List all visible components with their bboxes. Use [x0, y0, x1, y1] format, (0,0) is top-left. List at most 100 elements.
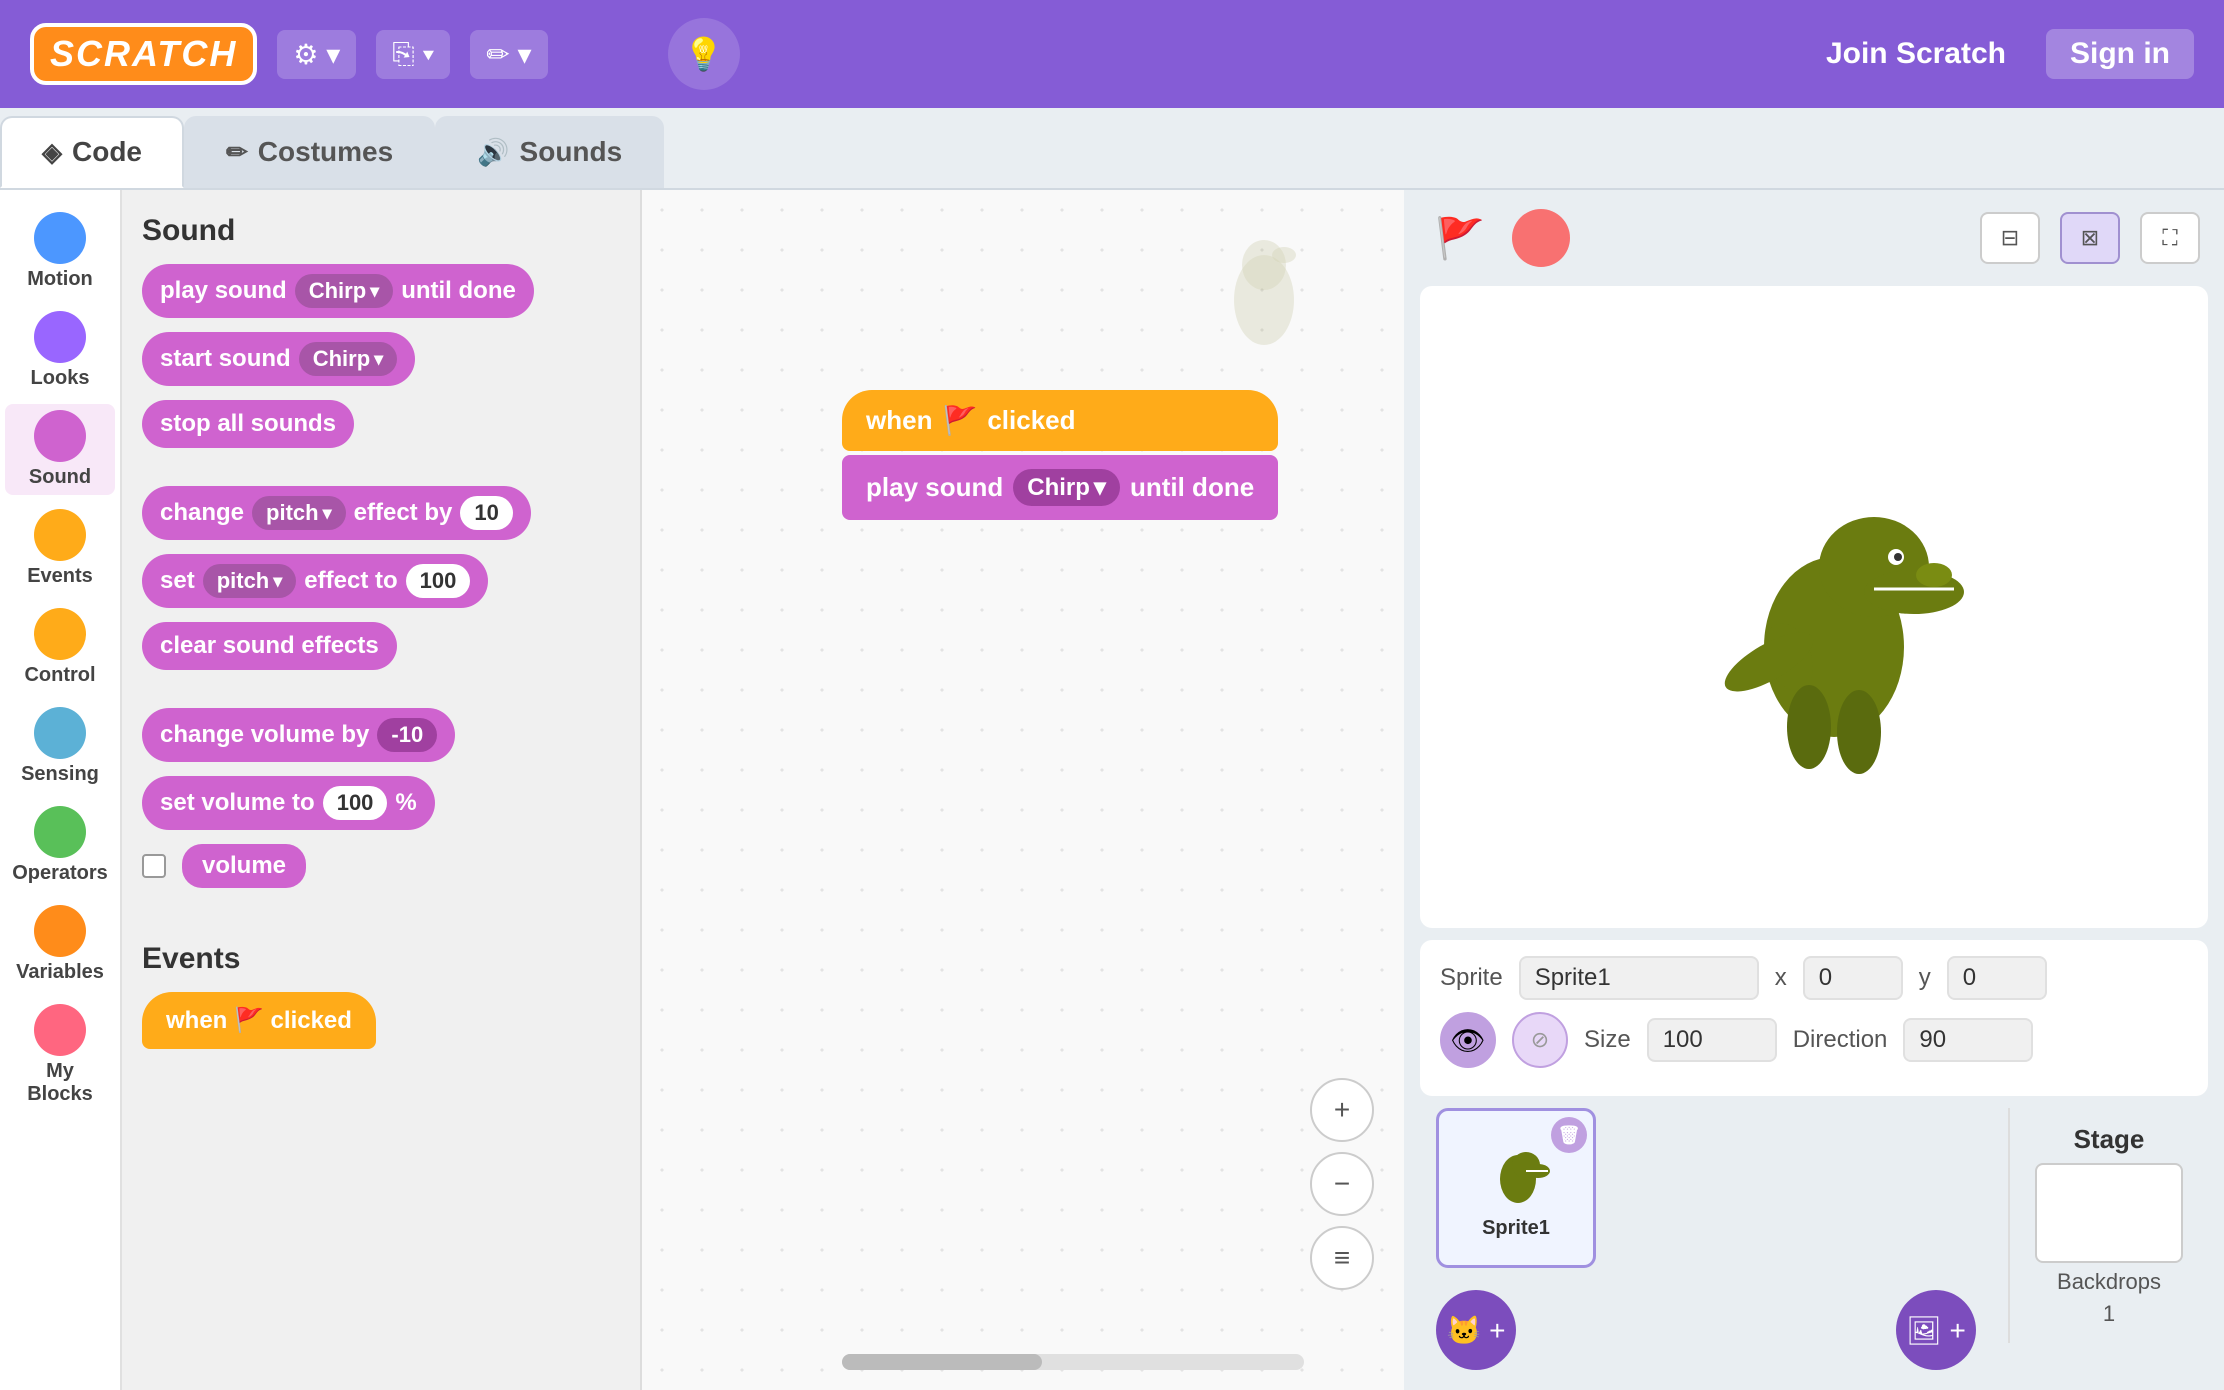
sidebar-item-motion[interactable]: Motion: [5, 206, 115, 297]
y-input[interactable]: [1947, 956, 2047, 1000]
sprite-props-row1: Sprite x y: [1440, 956, 2188, 1000]
sidebar-item-looks[interactable]: Looks: [5, 305, 115, 396]
scratch-logo[interactable]: SCRATCH: [30, 23, 257, 85]
delete-sprite1-button[interactable]: 🗑: [1551, 1117, 1587, 1153]
stage-section: Stage Backdrops 1: [2008, 1108, 2208, 1343]
sidebar-item-control[interactable]: Control: [5, 602, 115, 693]
set-effect-selector[interactable]: pitch ▾: [203, 564, 297, 598]
volume-reporter-block[interactable]: volume: [182, 844, 306, 888]
sprite-card-sprite1[interactable]: 🗑 Sprite1: [1436, 1108, 1596, 1268]
play-sound-sound-selector[interactable]: Chirp ▾: [295, 274, 394, 308]
settings-button[interactable]: ⚙ ▾: [277, 30, 356, 79]
canvas-controls: + − ≡: [1310, 1078, 1374, 1290]
sprite-name-input[interactable]: [1519, 956, 1759, 1000]
zoom-in-button[interactable]: +: [1310, 1078, 1374, 1142]
set-volume-label: set volume to: [160, 789, 315, 817]
set-effect-block[interactable]: set pitch ▾ effect to 100: [142, 554, 488, 608]
zoom-out-button[interactable]: −: [1310, 1152, 1374, 1216]
x-label: x: [1775, 964, 1787, 992]
script-block-group: when 🚩 clicked play sound Chirp ▾ until …: [842, 390, 1278, 520]
play-sound-sound-value: Chirp: [309, 278, 366, 304]
stage-thumbnail[interactable]: [2035, 1163, 2183, 1263]
x-input[interactable]: [1803, 956, 1903, 1000]
sounds-tab-icon: 🔊: [477, 137, 509, 168]
script-play-sound-selector[interactable]: Chirp ▾: [1013, 469, 1120, 506]
category-sidebar: Motion Looks Sound Events Control Sensin…: [0, 190, 122, 1390]
set-effect-value: pitch: [217, 568, 270, 594]
tab-code-label: Code: [72, 136, 142, 168]
change-effect-block[interactable]: change pitch ▾ effect by 10: [142, 486, 531, 540]
tab-sounds[interactable]: 🔊 Sounds: [435, 116, 664, 188]
tutorials-button[interactable]: 💡: [668, 18, 740, 90]
set-effect-chevron: ▾: [273, 571, 282, 592]
hide-sprite-button[interactable]: ⊘: [1512, 1012, 1568, 1068]
start-sound-label: start sound: [160, 345, 291, 373]
change-volume-block[interactable]: change volume by -10: [142, 708, 455, 762]
tab-costumes[interactable]: ✏ Costumes: [184, 116, 435, 188]
sidebar-item-events[interactable]: Events: [5, 503, 115, 594]
script-canvas[interactable]: when 🚩 clicked play sound Chirp ▾ until …: [642, 190, 1404, 1390]
change-effect-suffix: effect by: [354, 499, 453, 527]
play-sound-block[interactable]: play sound Chirp ▾ until done: [142, 264, 534, 318]
sidebar-item-operators[interactable]: Operators: [5, 800, 115, 891]
set-volume-value[interactable]: 100: [323, 786, 388, 820]
change-effect-amount[interactable]: 10: [460, 496, 512, 530]
add-backdrop-button[interactable]: 🖼 +: [1896, 1290, 1976, 1370]
size-label: Size: [1584, 1026, 1631, 1054]
play-sound-block-row: play sound Chirp ▾ until done: [142, 264, 620, 318]
sidebar-item-sound[interactable]: Sound: [5, 404, 115, 495]
stop-button[interactable]: [1512, 209, 1570, 267]
flag-button[interactable]: 🚩: [1428, 206, 1492, 270]
canvas-scrollbar-thumb[interactable]: [842, 1354, 1042, 1370]
sidebar-item-myblocks[interactable]: My Blocks: [5, 998, 115, 1112]
canvas-scrollbar[interactable]: [842, 1354, 1304, 1370]
events-hat-block[interactable]: when 🚩 clicked: [142, 992, 376, 1049]
sidebar-item-variables[interactable]: Variables: [5, 899, 115, 990]
set-effect-suffix: effect to: [304, 567, 397, 595]
save-button[interactable]: ⎘ ▾: [376, 30, 450, 79]
change-effect-label: change: [160, 499, 244, 527]
tab-code[interactable]: ◈ Code: [0, 116, 184, 188]
hat-block[interactable]: when 🚩 clicked: [842, 390, 1278, 451]
motion-label: Motion: [27, 268, 93, 291]
code-tab-icon: ◈: [42, 137, 62, 168]
start-sound-selector[interactable]: Chirp ▾: [299, 342, 398, 376]
tabs-row: ◈ Code ✏ Costumes 🔊 Sounds: [0, 108, 2224, 190]
change-volume-value[interactable]: -10: [377, 718, 437, 752]
join-scratch-button[interactable]: Join Scratch: [1806, 37, 2026, 71]
change-volume-block-row: change volume by -10: [142, 708, 620, 762]
set-effect-block-row: set pitch ▾ effect to 100: [142, 554, 620, 608]
script-play-sound-name: Chirp: [1027, 474, 1090, 502]
play-sound-chevron: ▾: [370, 281, 379, 302]
sensing-label: Sensing: [21, 763, 99, 786]
clear-effects-block-row: clear sound effects: [142, 622, 620, 670]
show-sprite-button[interactable]: 👁: [1440, 1012, 1496, 1068]
clear-effects-block[interactable]: clear sound effects: [142, 622, 397, 670]
set-volume-block[interactable]: set volume to 100 %: [142, 776, 435, 830]
change-effect-block-row: change pitch ▾ effect by 10: [142, 486, 620, 540]
add-sprite-button[interactable]: 🐱 +: [1436, 1290, 1516, 1370]
volume-reporter-row: volume: [142, 844, 620, 888]
change-effect-selector[interactable]: pitch ▾: [252, 496, 346, 530]
stage-view: [1420, 286, 2208, 928]
script-play-sound-block[interactable]: play sound Chirp ▾ until done: [842, 455, 1278, 520]
fullscreen-button[interactable]: ⛶: [2140, 212, 2200, 264]
edit-button[interactable]: ✏ ▾: [470, 30, 547, 79]
stop-sounds-block[interactable]: stop all sounds: [142, 400, 354, 448]
sidebar-item-sensing[interactable]: Sensing: [5, 701, 115, 792]
play-sound-label: play sound: [160, 277, 287, 305]
control-dot: [34, 608, 86, 660]
direction-input[interactable]: [1903, 1018, 2033, 1062]
fab-row: 🐱 + 🖼 +: [1420, 1280, 1992, 1380]
fit-screen-button[interactable]: ≡: [1310, 1226, 1374, 1290]
variables-dot: [34, 905, 86, 957]
start-sound-block[interactable]: start sound Chirp ▾: [142, 332, 415, 386]
layout-small-button[interactable]: ⊟: [1980, 212, 2040, 264]
sign-in-button[interactable]: Sign in: [2046, 29, 2194, 79]
layout-split-button[interactable]: ⊠: [2060, 212, 2120, 264]
volume-checkbox[interactable]: [142, 854, 166, 878]
size-input[interactable]: [1647, 1018, 1777, 1062]
set-effect-amount[interactable]: 100: [406, 564, 471, 598]
events-hat-label: when 🚩 clicked: [166, 1006, 352, 1035]
sound-dot: [34, 410, 86, 462]
